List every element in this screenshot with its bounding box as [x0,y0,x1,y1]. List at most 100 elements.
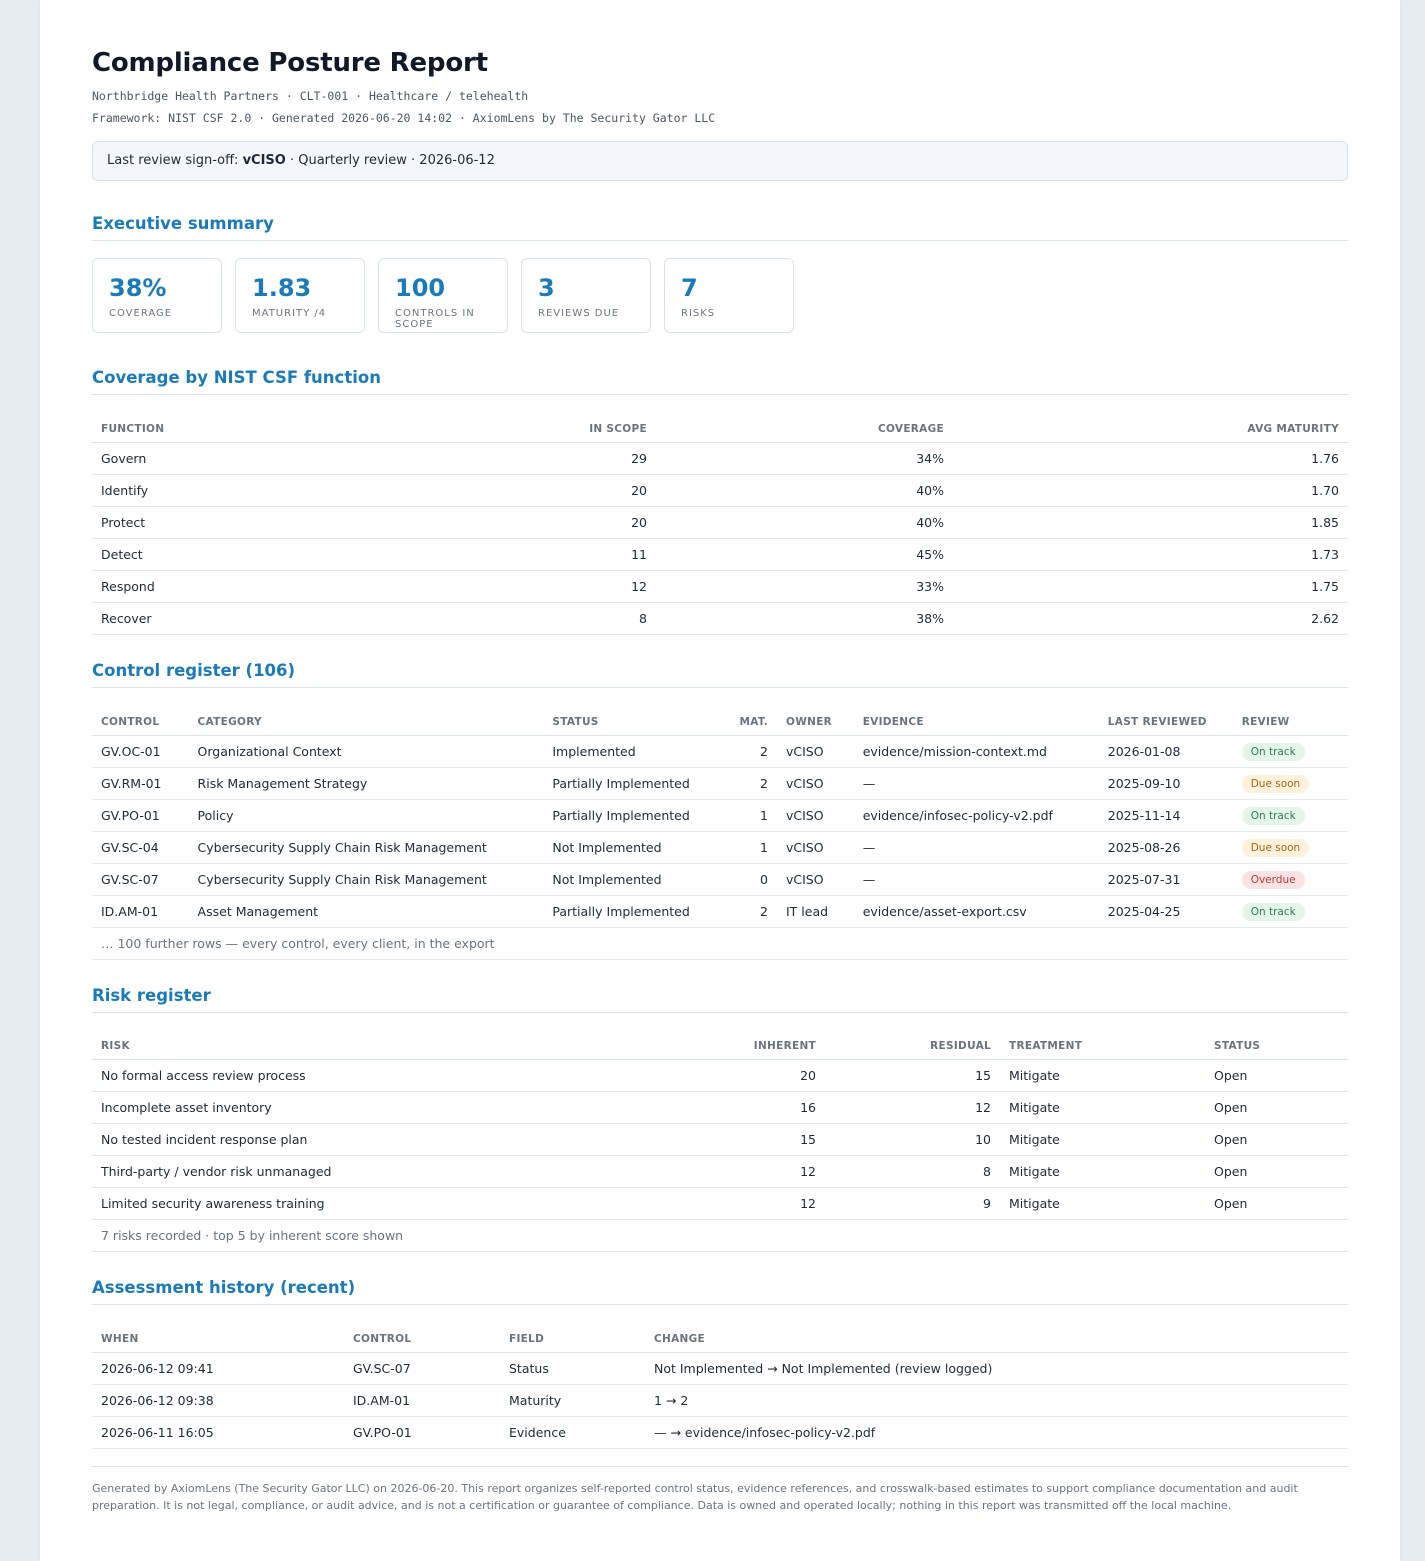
client-meta: Northbridge Health Partners · CLT-001 · … [92,89,529,103]
column-header: Risk [92,1021,650,1060]
table-cell: 2026-06-12 09:38 [92,1384,344,1417]
summary-card-label: Coverage [109,308,173,319]
table-cell: 20 [650,1059,825,1092]
table-row: Detect 11 45% 1.73 [92,538,1348,571]
table-cell: Not Implemented [543,863,699,896]
table-cell: 12 [650,1187,825,1220]
review-status-badge: On track [1241,806,1305,825]
table-cell: Evidence [500,1416,645,1449]
table-cell: Cybersecurity Supply Chain Risk Manageme… [188,831,544,864]
table-cell: 12 [392,570,656,603]
summary-card-label: Maturity /4 [252,308,327,319]
table-cell: vCISO [777,735,854,768]
column-header: Change [645,1314,1348,1353]
table-row: Recover 8 38% 2.62 [92,602,1348,635]
table-cell: — [853,863,1099,896]
summary-card-value: 7 [681,274,698,302]
column-header: Owner [777,697,854,736]
table-cell: Policy [188,799,544,832]
signoff-banner: Last review sign-off: vCISO · Quarterly … [92,141,1348,181]
column-header: Field [500,1314,645,1353]
table-cell: GV.PO-01 [92,799,189,832]
coverage-title: Coverage by NIST CSF function [92,368,1348,395]
table-cell: 12 [825,1091,1000,1124]
table-cell: ID.AM-01 [344,1384,500,1417]
table-cell: 15 [825,1059,1000,1092]
summary-card: 100 Controls in scope [378,258,508,333]
signoff-suffix: · Quarterly review · 2026-06-12 [289,153,495,168]
table-row: Incomplete asset inventory 16 12 Mitigate Op… [92,1091,1348,1124]
table-cell: 1 → 2 [645,1384,1348,1417]
table-cell: GV.RM-01 [92,767,189,800]
column-header: Status [543,697,699,736]
table-cell: evidence/infosec-policy-v2.pdf [853,799,1099,832]
table-row: Limited security awareness training 12 9 Mi… [92,1187,1348,1220]
table-cell: GV.SC-07 [92,863,189,896]
column-header: Evidence [853,697,1099,736]
table-cell: 34% [656,442,953,475]
column-header: Last reviewed [1098,697,1233,736]
table-cell: 1 [698,799,777,832]
table-header-row: Function In scope Coverage Avg maturity [92,404,1348,443]
table-cell: Overdue [1232,863,1348,896]
column-header: When [92,1314,344,1353]
table-cell: 2025-09-10 [1098,767,1233,800]
table-cell: 29 [392,442,656,475]
table-cell: Open [1205,1059,1348,1092]
column-header: Treatment [1000,1021,1205,1060]
summary-card: 3 Reviews due [521,258,651,333]
history-table: When Control Field Change 2026-06-12 09:41 GV… [92,1314,1348,1449]
summary-cards: 38% Coverage 1.83 Maturity /4 100 Controls in… [92,258,794,333]
table-cell: 2026-01-08 [1098,735,1233,768]
table-cell: evidence/mission-context.md [853,735,1099,768]
table-header-row: Risk Inherent Residual Treatment Status [92,1021,1348,1060]
table-cell: IT lead [777,895,854,928]
column-header: Category [188,697,544,736]
table-cell: 1.85 [953,506,1348,539]
review-status-badge: Due soon [1241,838,1310,857]
summary-card-label: Risks [681,308,716,319]
table-cell: 40% [656,506,953,539]
table-header-row: Control Category Status Mat. Owner Evidence La… [92,697,1348,736]
table-cell: 8 [825,1155,1000,1188]
table-cell: No formal access review process [92,1059,650,1092]
table-cell: Status [500,1352,645,1385]
column-header: Inherent [650,1021,825,1060]
summary-card-label: Reviews due [538,308,620,319]
column-header: Mat. [698,697,777,736]
table-cell: — [853,767,1099,800]
table-cell: Not Implemented → Not Implemented (revie… [645,1352,1348,1385]
table-cell: Open [1205,1091,1348,1124]
table-cell: evidence/asset-export.csv [853,895,1099,928]
column-header: Coverage [656,404,953,443]
table-cell: No tested incident response plan [92,1123,650,1156]
table-cell: 33% [656,570,953,603]
table-cell: Govern [92,442,392,475]
table-cell: ID.AM-01 [92,895,189,928]
table-row: 2026-06-11 16:05 GV.PO-01 Evidence — → evid… [92,1416,1348,1449]
table-cell: Mitigate [1000,1187,1205,1220]
table-cell: 10 [825,1123,1000,1156]
table-cell: Due soon [1232,831,1348,864]
table-cell: — → evidence/infosec-policy-v2.pdf [645,1416,1348,1449]
framework-meta: Framework: NIST CSF 2.0 · Generated 2026… [92,111,716,125]
table-cell: 2.62 [953,602,1348,635]
table-row: Govern 29 34% 1.76 [92,442,1348,475]
summary-card: 7 Risks [664,258,794,333]
table-row: No formal access review process 20 15 Mitig… [92,1059,1348,1092]
table-cell: 8 [392,602,656,635]
table-row: Respond 12 33% 1.75 [92,570,1348,603]
table-cell: Mitigate [1000,1123,1205,1156]
review-status-badge: On track [1241,902,1305,921]
table-cell: On track [1232,799,1348,832]
table-cell: 16 [650,1091,825,1124]
table-note-row: 7 risks recorded · top 5 by inherent sco… [92,1219,1348,1252]
table-cell: 45% [656,538,953,571]
table-cell: Detect [92,538,392,571]
table-row: GV.OC-01 Organizational Context Implemente… [92,735,1348,768]
table-cell: 12 [650,1155,825,1188]
page-title: Compliance Posture Report [92,48,488,78]
table-cell: Risk Management Strategy [188,767,544,800]
table-cell: 2025-07-31 [1098,863,1233,896]
summary-card-value: 1.83 [252,274,312,302]
